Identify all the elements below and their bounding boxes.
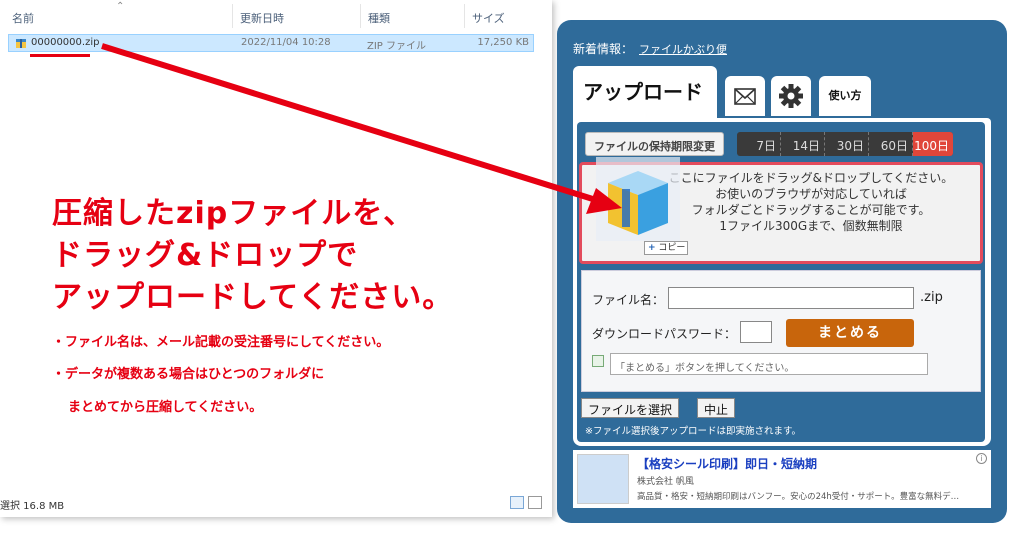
ad-title[interactable]: 【格安シール印刷】即日・短納期 (637, 455, 817, 472)
zip-file-icon (16, 39, 26, 48)
column-date[interactable]: 更新日時 (240, 10, 284, 26)
tab-upload[interactable]: アップロード (573, 66, 717, 118)
file-size: 17,250 KB (477, 37, 529, 48)
column-type[interactable]: 種類 (368, 10, 390, 26)
details-view-icon[interactable] (510, 496, 524, 509)
note-line-1: ・ファイル名は、メール記載の受注番号にしてください。 (52, 335, 390, 350)
day-option-14[interactable]: 14日 (781, 132, 825, 156)
note-line-3: まとめてから圧縮してください。 (68, 400, 263, 415)
ad-banner[interactable]: 【格安シール印刷】即日・短納期 株式会社 帆風 高品質・格安・短納期印刷はバンフ… (573, 450, 991, 508)
news-link[interactable]: ファイルかぶり便 (639, 43, 727, 56)
column-name[interactable]: 名前 (12, 10, 34, 26)
upload-inner: ファイルの保持期限変更 7日 14日 30日 60日 100日 ここにファイルを… (577, 122, 985, 442)
instruction-line-1: 圧縮したzipファイルを、 (52, 196, 415, 231)
password-label: ダウンロードパスワード： (592, 327, 737, 341)
password-input[interactable] (740, 321, 772, 343)
upload-note: ※ファイル選択後アップロードは即実施されます。 (585, 426, 802, 437)
tab-mail[interactable] (725, 76, 765, 116)
file-date: 2022/11/04 10:28 (241, 37, 331, 48)
day-option-60[interactable]: 60日 (869, 132, 913, 156)
day-option-30[interactable]: 30日 (825, 132, 869, 156)
select-file-button[interactable]: ファイルを選択 (581, 398, 680, 418)
dragged-zip-file-icon (596, 157, 680, 241)
ad-description: 高品質・格安・短納期印刷はバンフー。安心の24h受付・サポート。豊富な無料デ… (637, 492, 960, 502)
cancel-button[interactable]: 中止 (697, 398, 736, 418)
upload-box: ファイルの保持期限変更 7日 14日 30日 60日 100日 ここにファイルを… (573, 118, 991, 446)
large-icons-view-icon[interactable] (528, 496, 542, 509)
filename-label: ファイル名： (592, 293, 665, 307)
instruction-line-2: ドラッグ&ドロップで (52, 238, 359, 273)
status-bar-selection: 選択 16.8 MB (0, 501, 65, 512)
day-option-100[interactable]: 100日 (913, 132, 953, 156)
envelope-icon (734, 88, 756, 105)
news-bar: 新着情報： ファイルかぶり便 (573, 40, 727, 57)
drop-zone[interactable]: ここにファイルをドラッグ&ドロップしてください。 お使いのブラウザが対応していれ… (579, 157, 983, 264)
filename-input[interactable] (668, 287, 914, 309)
file-name: 00000000.zip (31, 37, 100, 48)
instruction-line-3: アップロードしてください。 (52, 280, 454, 315)
ad-company: 株式会社 帆風 (637, 477, 694, 487)
copy-tooltip-label: コピー (658, 243, 686, 253)
status-message: 「まとめる」ボタンを押してください。 (610, 353, 928, 375)
file-type: ZIP ファイル (367, 41, 427, 52)
upload-panel: 新着情報： ファイルかぶり便 アップロード 使い方 ファイルの保持期限変更 7日… (557, 20, 1007, 523)
column-size[interactable]: サイズ (472, 10, 505, 26)
matome-button[interactable]: まとめる (786, 319, 914, 347)
retention-days: 7日 14日 30日 60日 100日 (737, 132, 953, 156)
sort-ascending-icon: ⌃ (116, 1, 125, 12)
copy-tooltip: + コピー (644, 241, 688, 255)
file-row-selected[interactable]: 00000000.zip 2022/11/04 10:28 ZIP ファイル 1… (8, 34, 534, 52)
news-label: 新着情報： (573, 42, 634, 56)
zip-extension: .zip (920, 290, 943, 305)
gear-icon (779, 84, 803, 108)
tab-howto[interactable]: 使い方 (819, 76, 871, 116)
ad-info-icon[interactable]: i (976, 453, 987, 464)
filename-highlight-underline (30, 54, 90, 57)
day-option-7[interactable]: 7日 (737, 132, 781, 156)
note-line-2: ・データが複数ある場合はひとつのフォルダに (52, 367, 325, 382)
upload-form: ファイル名： .zip ダウンロードパスワード： まとめる 「まとめる」ボタンを… (581, 270, 981, 392)
ad-image (577, 454, 629, 504)
tab-settings[interactable] (771, 76, 811, 116)
column-header: ⌃ 名前 更新日時 種類 サイズ (0, 0, 552, 32)
message-icon (592, 355, 604, 367)
